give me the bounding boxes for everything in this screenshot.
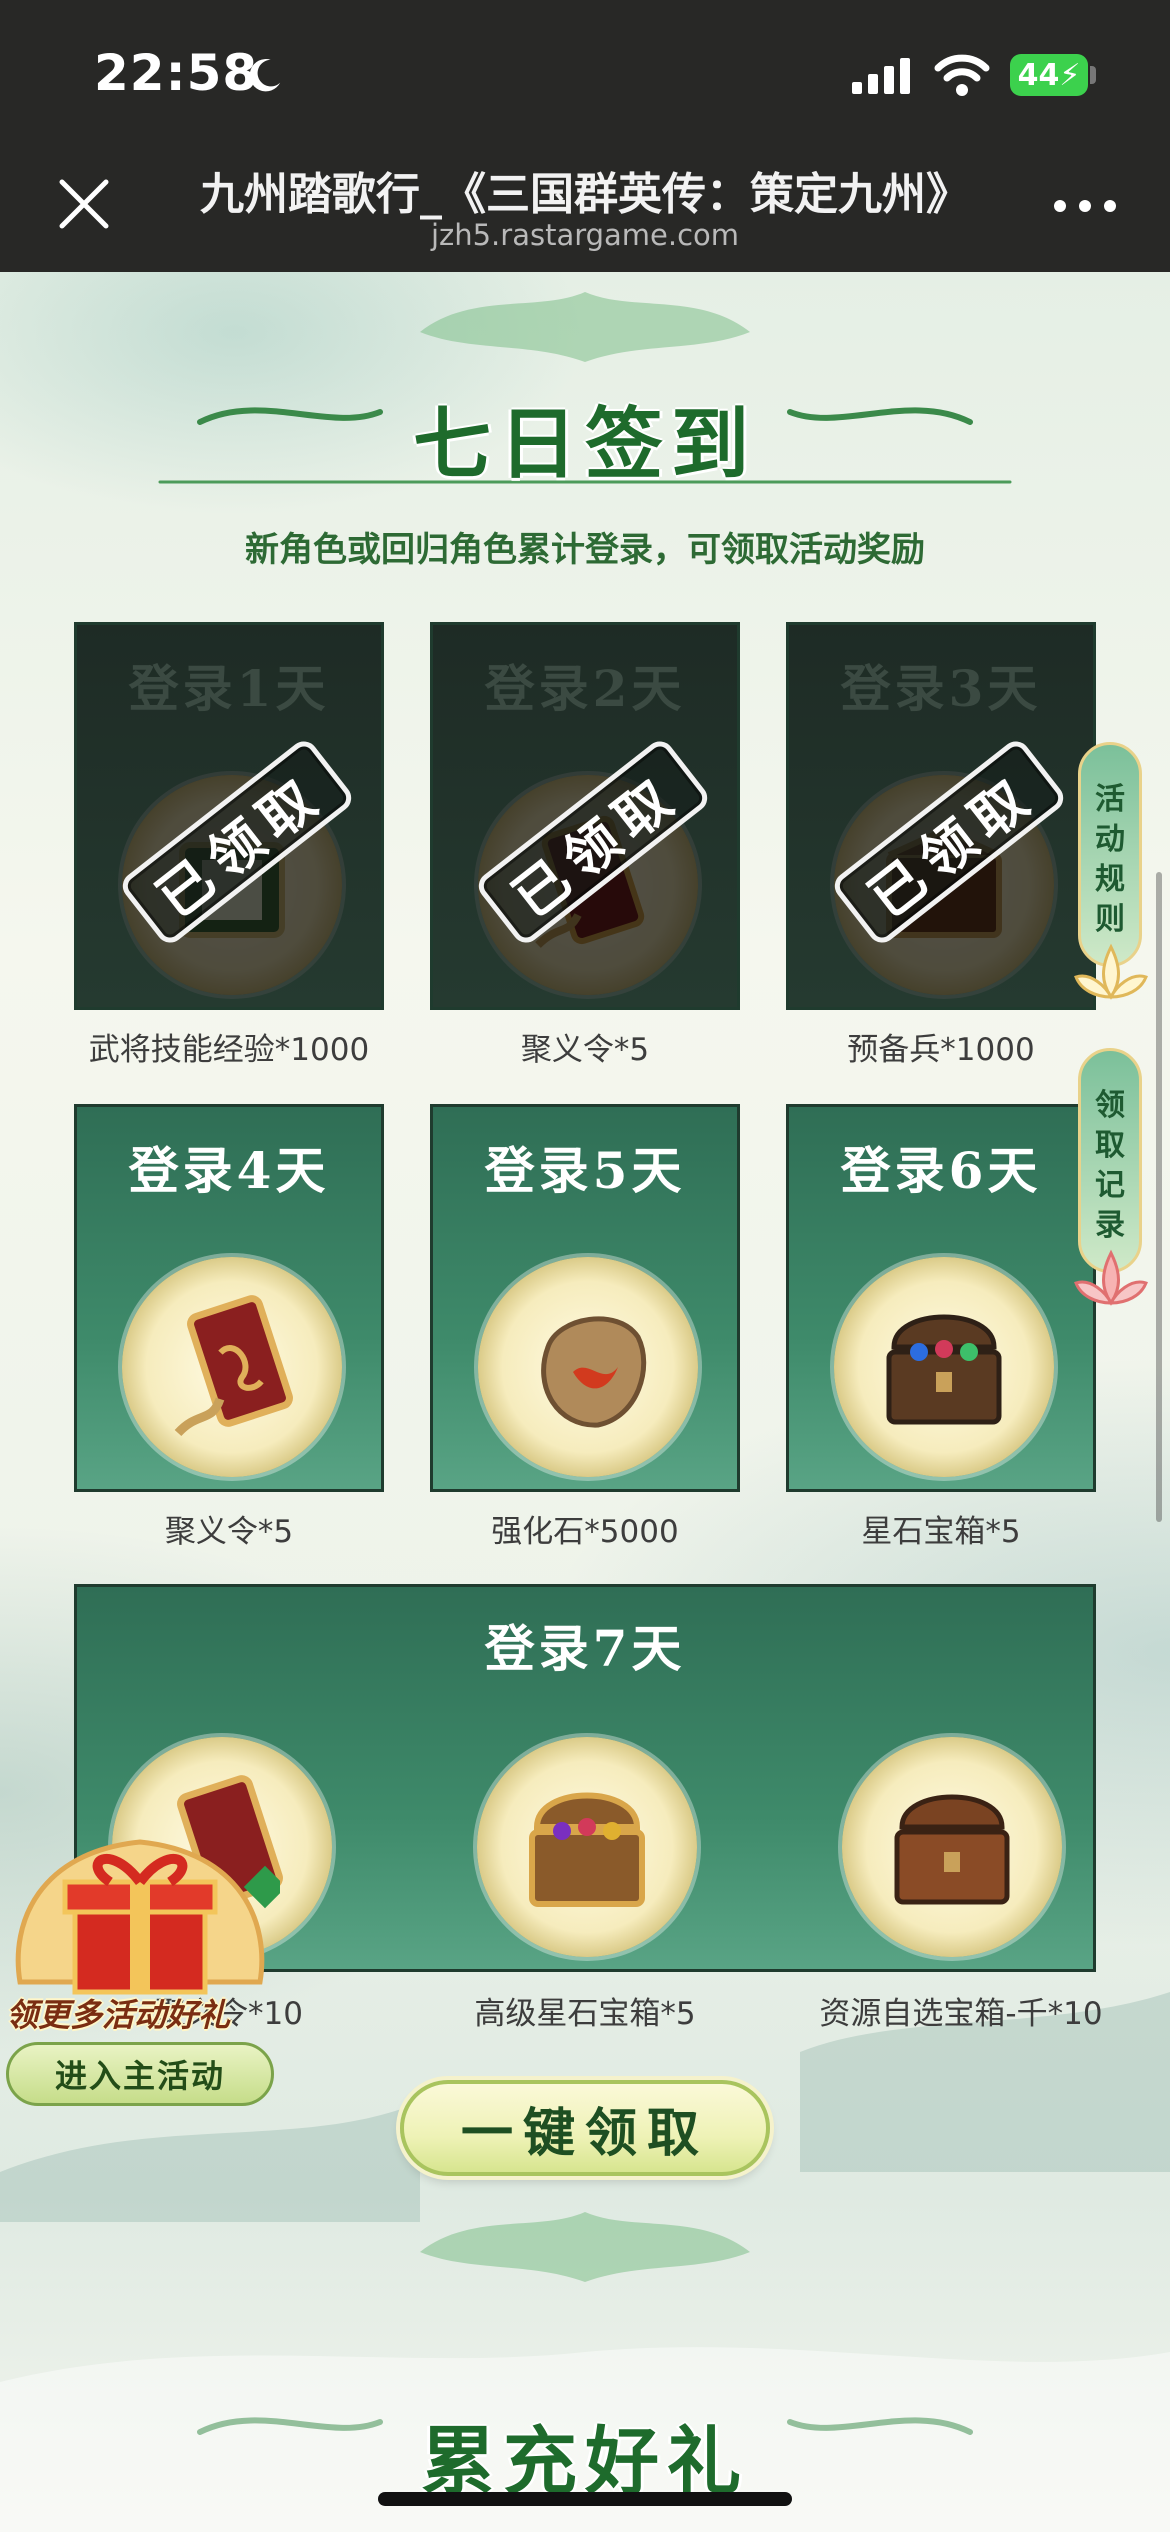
gold-gem-chest-icon — [529, 1792, 645, 1907]
reward-label-1: 武将技能经验*1000 — [88, 1032, 370, 1068]
signal-icon — [852, 58, 910, 94]
claim-records-label: 领取记录 — [1095, 1088, 1125, 1243]
gift-box-icon — [15, 1839, 280, 1995]
claim-records-tab[interactable]: 领取记录 — [1066, 1048, 1156, 1318]
resource-chest-icon — [894, 1794, 1010, 1905]
reward-icon-frame — [842, 1737, 1062, 1957]
home-indicator — [378, 2492, 792, 2506]
day-card-1: 登录1天 已领取 — [74, 622, 384, 1010]
day-label: 登录6天 — [840, 1141, 1042, 1200]
reward-icon-frame — [478, 1257, 698, 1477]
reward-label-5: 强化石*5000 — [491, 1514, 679, 1550]
status-time: 22:58 — [94, 44, 259, 102]
gem-chest-icon — [886, 1314, 1002, 1425]
signin-subtitle: 新角色或回归角色累计登录，可领取活动奖励 — [245, 530, 925, 570]
page-title: 九州踏歌行_《三国群英传：策定九州》 — [200, 169, 970, 220]
day-card-2: 登录2天 已领取 — [430, 622, 740, 1010]
browser-header: 22:58 44 ⚡ 九州踏歌行_《三国群英传：策定九州》 jzh5.rastar… — [0, 0, 1170, 272]
lotus-icon — [1074, 1249, 1148, 1306]
moon-icon — [249, 59, 281, 92]
dragon-token-icon — [174, 1295, 293, 1437]
day-label: 登录7天 — [484, 1619, 686, 1678]
day-label: 登录4天 — [128, 1141, 330, 1200]
activity-rules-tab[interactable]: 活动规则 — [1066, 742, 1156, 1012]
reward-label-4: 聚义令*5 — [164, 1514, 294, 1550]
enter-main-activity-button[interactable]: 进入主活动 — [6, 2042, 274, 2106]
reward-label-6: 星石宝箱*5 — [861, 1514, 1021, 1550]
activity-page: 七日签到 新角色或回归角色累计登录，可领取活动奖励 登录1天 已领取 武将技能经… — [0, 272, 1170, 2532]
signin-title: 七日签到 — [412, 399, 757, 490]
claim-all-button[interactable]: 一键领取 — [400, 2080, 770, 2176]
wifi-icon — [934, 54, 990, 96]
scrollbar[interactable] — [1156, 872, 1162, 1522]
day-card-6[interactable]: 登录6天 — [786, 1104, 1096, 1492]
more-options-button[interactable] — [1054, 196, 1116, 216]
battery-indicator: 44 ⚡ — [1010, 54, 1088, 96]
more-gifts-promo[interactable]: 领更多活动好礼 进入主活动 — [0, 1832, 280, 2122]
promo-text: 领更多活动好礼 — [6, 1996, 231, 2034]
reward-label-2: 聚义令*5 — [520, 1032, 650, 1068]
battery-level: 44 — [1017, 57, 1060, 93]
reward-icon-frame — [834, 1257, 1054, 1477]
day-label: 登录5天 — [484, 1141, 686, 1200]
reward-icon-frame — [477, 1737, 697, 1957]
close-button[interactable] — [54, 174, 114, 234]
day-label: 登录1天 — [128, 659, 330, 718]
enhance-stone-icon — [541, 1316, 647, 1428]
day-card-3: 登录3天 已领取 — [786, 622, 1096, 1010]
reward-label-7b: 高级星石宝箱*5 — [474, 1996, 696, 2032]
day-card-5[interactable]: 登录5天 — [430, 1104, 740, 1492]
day-label: 登录3天 — [840, 659, 1042, 718]
activity-rules-label: 活动规则 — [1095, 782, 1125, 937]
reward-label-7c: 资源自选宝箱-千*10 — [819, 1996, 1103, 2032]
reward-icon-frame — [122, 1257, 342, 1477]
battery-nub — [1090, 66, 1096, 84]
lotus-icon — [1074, 943, 1148, 1000]
page-url: jzh5.rastargame.com — [430, 218, 740, 252]
day-card-4[interactable]: 登录4天 — [74, 1104, 384, 1492]
day-label: 登录2天 — [484, 659, 686, 718]
